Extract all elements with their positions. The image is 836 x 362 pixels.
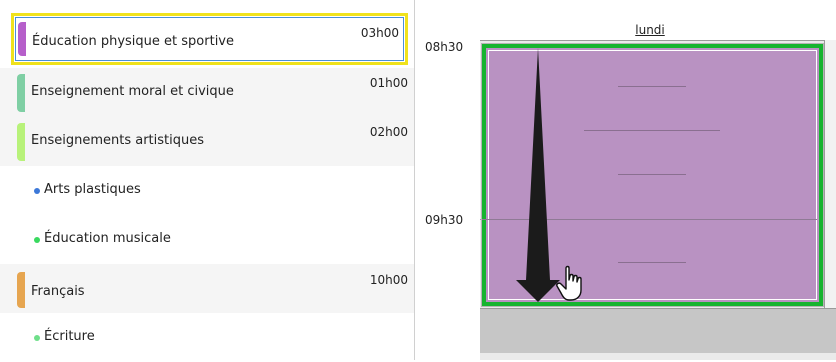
drag-overlay xyxy=(516,48,582,302)
hand-cursor-icon xyxy=(556,265,582,301)
down-arrow-icon xyxy=(516,48,560,302)
